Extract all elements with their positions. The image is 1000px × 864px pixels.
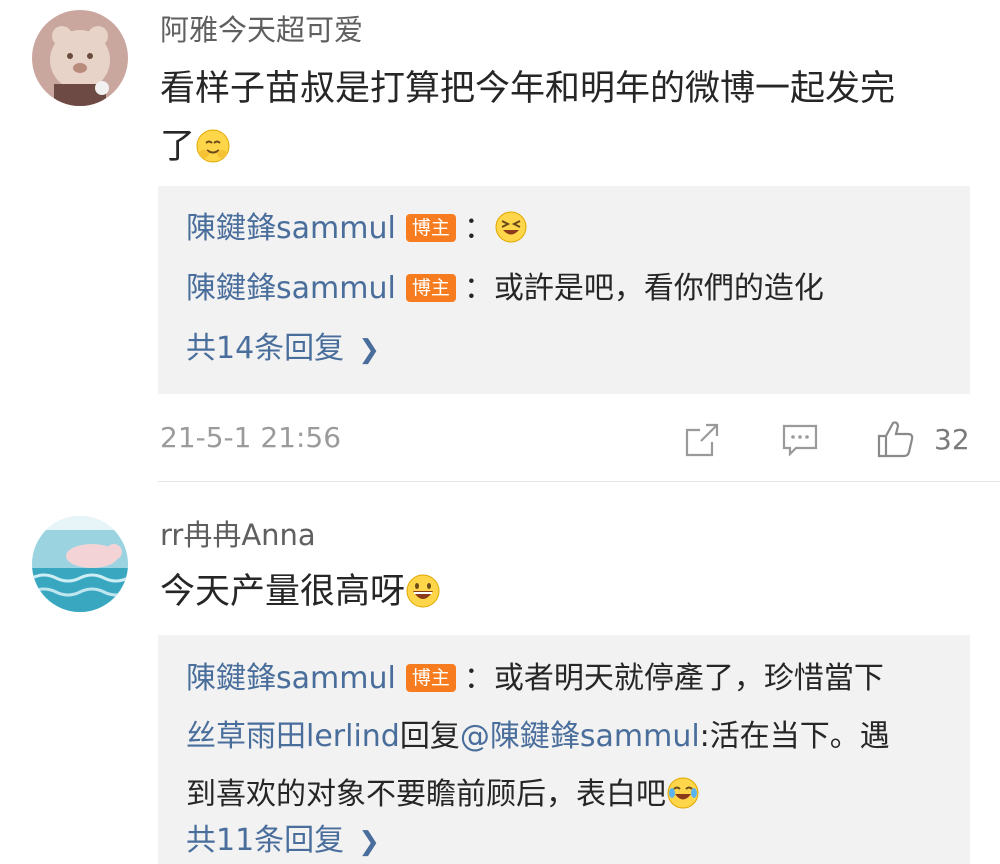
comment-text: 看样子苗叔是打算把今年和明年的微博一起发完 了 bbox=[160, 60, 970, 176]
author-badge: 博主 bbox=[405, 274, 456, 302]
hug-emoji-icon bbox=[195, 124, 231, 163]
reply-separator: ： bbox=[463, 211, 494, 246]
like-button[interactable] bbox=[876, 418, 918, 464]
reply-text: 或者明天就停產了，珍惜當下 bbox=[493, 661, 884, 696]
share-icon bbox=[685, 423, 719, 457]
author-badge: 博主 bbox=[405, 214, 456, 242]
more-replies-label: 共11条回复 bbox=[186, 823, 345, 858]
chevron-right-icon: ❯ bbox=[358, 827, 380, 857]
reply-author[interactable]: 陳鍵鋒sammul bbox=[186, 211, 396, 246]
reply-first-line: 丝草雨田lerlind回复@陳鍵鋒sammul:活在当下。遇 bbox=[186, 708, 946, 766]
share-button[interactable] bbox=[684, 422, 720, 462]
reply-item: 陳鍵鋒sammul 博主 ：或者明天就停產了，珍惜當下 bbox=[186, 650, 884, 708]
like-count: 32 bbox=[934, 423, 970, 456]
reply-separator: ： bbox=[463, 271, 494, 306]
reply-item: 丝草雨田lerlind回复@陳鍵鋒sammul:活在当下。遇 到喜欢的对象不要瞻… bbox=[186, 708, 946, 824]
comment-text-tail: 了 bbox=[160, 127, 196, 167]
reply-separator: ： bbox=[463, 661, 494, 696]
more-replies-link[interactable]: 共11条回复 ❯ bbox=[186, 826, 380, 856]
reply-author[interactable]: 陳鍵鋒sammul bbox=[186, 271, 396, 306]
reply-second-line: 到喜欢的对象不要瞻前顾后，表白吧 bbox=[186, 766, 946, 824]
comment-text-line: 今天产量很高呀 bbox=[160, 572, 406, 612]
divider bbox=[158, 481, 1000, 482]
comment-username[interactable]: 阿雅今天超可爱 bbox=[160, 16, 363, 45]
mention-link[interactable]: @陳鍵鋒sammul bbox=[460, 719, 700, 754]
comment-button[interactable] bbox=[781, 422, 819, 462]
reply-text: 或許是吧，看你們的造化 bbox=[493, 271, 824, 306]
more-replies-label: 共14条回复 bbox=[186, 331, 345, 366]
comment-text-line: 了 bbox=[160, 118, 970, 176]
reply-author[interactable]: 丝草雨田lerlind bbox=[186, 719, 400, 754]
reply-author[interactable]: 陳鍵鋒sammul bbox=[186, 661, 396, 696]
more-replies-link[interactable]: 共14条回复 ❯ bbox=[186, 334, 380, 364]
reply-item: 陳鍵鋒sammul 博主： bbox=[186, 200, 528, 258]
chevron-right-icon: ❯ bbox=[358, 335, 380, 365]
tears-of-joy-emoji-icon bbox=[666, 772, 700, 809]
reply-word: 回复 bbox=[399, 719, 460, 754]
comment-icon bbox=[782, 424, 818, 457]
avatar[interactable] bbox=[32, 516, 128, 612]
reply-text: 到喜欢的对象不要瞻前顾后，表白吧 bbox=[186, 777, 666, 812]
reply-item: 陳鍵鋒sammul 博主 ：或許是吧，看你們的造化 bbox=[186, 260, 824, 318]
laughing-squint-emoji-icon bbox=[494, 206, 528, 243]
thumbs-up-icon bbox=[877, 421, 914, 458]
comment-text-line: 看样子苗叔是打算把今年和明年的微博一起发完 bbox=[160, 69, 896, 109]
comment-timestamp: 21-5-1 21:56 bbox=[160, 421, 342, 454]
comment-text: 今天产量很高呀 bbox=[160, 563, 970, 621]
avatar[interactable] bbox=[32, 10, 128, 106]
reply-text: :活在当下。遇 bbox=[699, 719, 890, 754]
comment-username[interactable]: rr冉冉Anna bbox=[160, 521, 316, 550]
author-badge: 博主 bbox=[405, 664, 456, 692]
grinning-emoji-icon bbox=[405, 569, 441, 608]
